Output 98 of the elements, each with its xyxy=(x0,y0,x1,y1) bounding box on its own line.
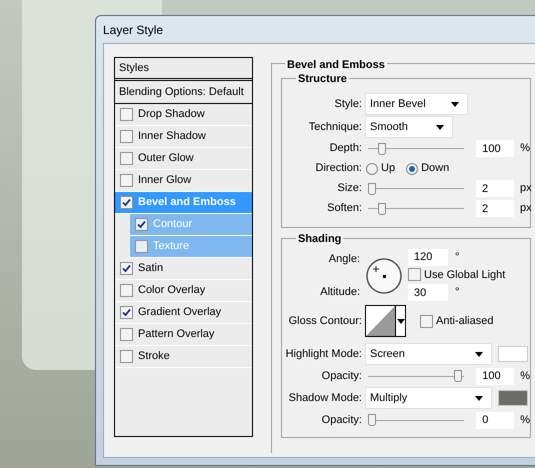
radio-label: Down xyxy=(421,161,450,176)
dropdown[interactable]: Multiply xyxy=(365,387,492,409)
number-field[interactable]: 100 xyxy=(476,368,514,384)
unit-label: % xyxy=(520,412,530,428)
unit-label: % xyxy=(520,368,530,384)
list-item[interactable]: Gradient Overlay xyxy=(115,302,252,324)
degree-label: ° xyxy=(455,285,460,300)
dropdown[interactable]: Inner Bevel xyxy=(365,93,468,115)
item-label: Stroke xyxy=(138,349,170,364)
number-field[interactable]: 2 xyxy=(476,180,514,197)
item-label: Drop Shadow xyxy=(138,107,205,122)
field-label: Highlight Mode: xyxy=(284,346,362,362)
item-label: Outer Glow xyxy=(138,151,194,166)
contour-curve-icon xyxy=(366,306,395,336)
caret-icon xyxy=(475,396,483,400)
field-label: Direction: xyxy=(314,161,362,176)
radio-button[interactable] xyxy=(406,162,418,174)
item-label: Color Overlay xyxy=(138,283,206,298)
checkbox[interactable] xyxy=(120,130,133,143)
field-label: Depth: xyxy=(328,141,362,156)
field-label: Altitude: xyxy=(319,285,360,300)
slider-track[interactable] xyxy=(368,142,464,154)
number-field[interactable]: 120 xyxy=(408,248,448,266)
field-label: Gloss Contour: xyxy=(288,314,362,329)
degree-label: ° xyxy=(455,250,460,264)
checkbox-label: Anti-aliased xyxy=(436,314,494,329)
checkbox-label: Use Global Light xyxy=(424,268,506,282)
slider-thumb[interactable] xyxy=(454,370,462,382)
slider-track[interactable] xyxy=(368,414,464,426)
checkbox[interactable] xyxy=(120,196,133,209)
checkbox[interactable] xyxy=(120,328,133,341)
checkbox[interactable] xyxy=(120,284,133,297)
radio-button[interactable] xyxy=(366,162,378,174)
slider-track[interactable] xyxy=(368,202,464,214)
caret-icon xyxy=(396,318,404,324)
field-label: Size: xyxy=(336,181,362,196)
checkbox[interactable] xyxy=(120,174,133,187)
number-field[interactable]: 2 xyxy=(476,200,514,217)
item-label: Texture xyxy=(153,239,190,254)
list-item[interactable]: Stroke xyxy=(115,346,252,368)
unit-label: px xyxy=(520,181,532,196)
caret-icon xyxy=(436,124,444,130)
check-icon xyxy=(122,308,131,317)
contour-picker[interactable] xyxy=(365,305,406,337)
item-label: Satin xyxy=(138,261,164,276)
field-label: Technique: xyxy=(308,120,362,135)
angle-dial[interactable] xyxy=(365,256,403,294)
list-header: Styles xyxy=(115,58,252,81)
color-swatch[interactable] xyxy=(498,390,528,406)
list-item[interactable]: Drop Shadow xyxy=(115,104,252,126)
checkbox[interactable] xyxy=(135,218,148,231)
checkbox[interactable] xyxy=(420,314,433,328)
checkbox[interactable] xyxy=(120,108,133,121)
item-label: Pattern Overlay xyxy=(138,327,214,342)
dropdown[interactable]: Screen xyxy=(365,343,492,365)
list-item[interactable]: Inner Shadow xyxy=(115,126,252,148)
slider-track[interactable] xyxy=(368,182,464,194)
item-label: Bevel and Emboss xyxy=(138,195,236,210)
item-label: Inner Shadow xyxy=(138,129,206,144)
check-icon xyxy=(122,264,131,273)
checkbox[interactable] xyxy=(120,262,133,275)
unit-label: px xyxy=(520,201,532,216)
checkbox[interactable] xyxy=(135,240,148,253)
color-swatch[interactable] xyxy=(498,346,528,362)
checkbox[interactable] xyxy=(120,306,133,319)
field-label: Opacity: xyxy=(320,368,362,384)
unit-label: % xyxy=(520,141,530,156)
slider-track[interactable] xyxy=(368,370,464,382)
slider-thumb[interactable] xyxy=(368,182,376,194)
list-item[interactable]: Pattern Overlay xyxy=(115,324,252,346)
caret-icon xyxy=(475,352,483,356)
radio-label: Up xyxy=(381,161,396,176)
slider-thumb[interactable] xyxy=(378,142,386,154)
check-icon xyxy=(122,198,131,207)
window-title: Layer Style xyxy=(103,22,164,38)
caret-icon xyxy=(451,102,459,106)
field-label: Style: xyxy=(333,96,362,112)
number-field[interactable]: 100 xyxy=(476,140,514,157)
field-label: Shadow Mode: xyxy=(288,390,362,406)
slider-thumb[interactable] xyxy=(368,414,376,426)
number-field[interactable]: 0 xyxy=(476,412,514,428)
item-label: Gradient Overlay xyxy=(138,305,222,320)
field-label: Opacity: xyxy=(320,412,362,428)
checkbox[interactable] xyxy=(120,152,133,165)
list-item[interactable]: Color Overlay xyxy=(115,280,252,302)
check-icon xyxy=(137,220,146,229)
checkbox[interactable] xyxy=(408,268,421,282)
slider-thumb[interactable] xyxy=(378,202,386,214)
item-label: Contour xyxy=(153,217,192,232)
field-label: Soften: xyxy=(326,201,362,216)
item-label: Inner Glow xyxy=(138,173,192,188)
dropdown[interactable]: Smooth xyxy=(365,116,453,138)
list-item[interactable]: Blending Options: Default xyxy=(115,81,252,104)
number-field[interactable]: 30 xyxy=(408,284,448,301)
list-item[interactable]: Satin xyxy=(115,258,252,280)
checkbox[interactable] xyxy=(120,350,133,363)
field-label: Angle: xyxy=(328,252,360,266)
list-item[interactable]: Outer Glow xyxy=(115,148,252,170)
